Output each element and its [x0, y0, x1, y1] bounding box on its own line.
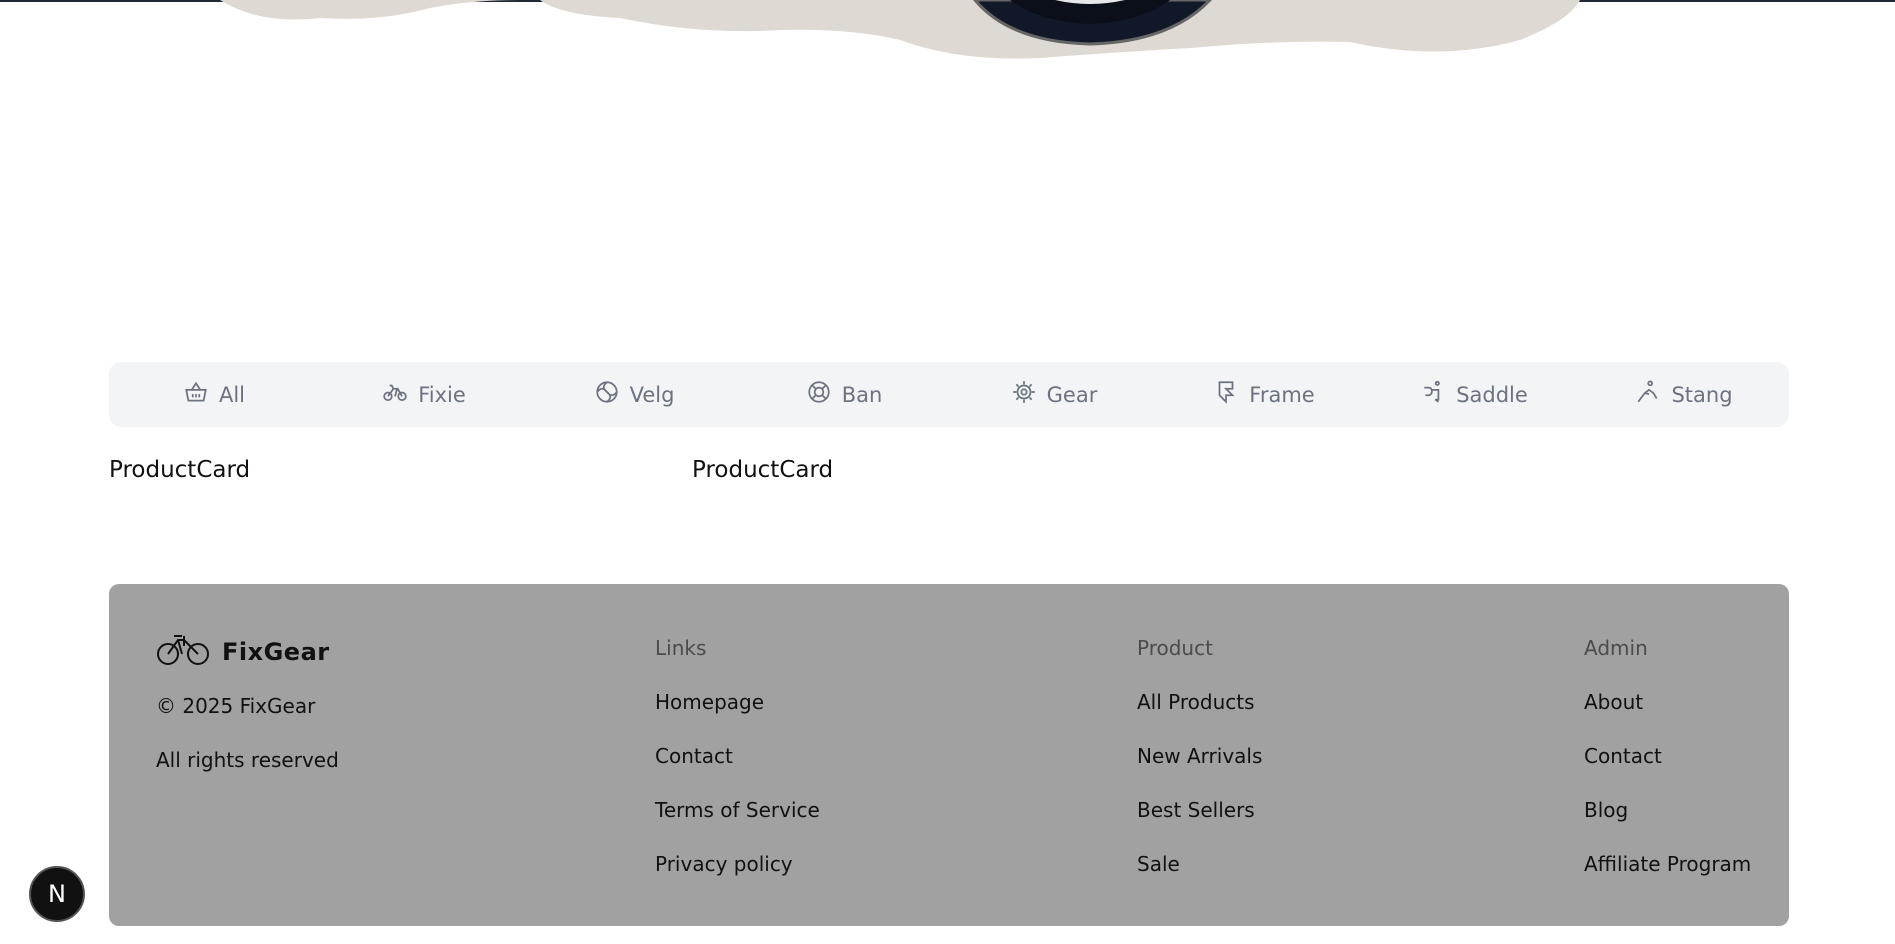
wheel-icon	[594, 379, 620, 405]
footer-link-sale[interactable]: Sale	[1137, 852, 1262, 884]
product-card[interactable]: ProductCard	[692, 457, 833, 483]
tab-saddle[interactable]: Saddle	[1369, 362, 1579, 427]
column-title: Admin	[1584, 636, 1648, 660]
tab-stang[interactable]: Stang	[1579, 362, 1789, 427]
tab-label: All	[218, 382, 246, 407]
tab-fixie[interactable]: Fixie	[319, 362, 529, 427]
footer-link-all-products[interactable]: All Products	[1137, 690, 1262, 722]
gear-icon	[1011, 379, 1037, 405]
tab-gear[interactable]: Gear	[949, 362, 1159, 427]
footer-link-best-sellers[interactable]: Best Sellers	[1137, 798, 1262, 830]
handlebar-icon	[1635, 379, 1661, 405]
tab-label: Saddle	[1456, 382, 1528, 407]
product-card[interactable]: ProductCard	[109, 457, 250, 483]
footer-link-affiliate[interactable]: Affiliate Program	[1584, 852, 1751, 884]
footer-brand[interactable]: FixGear	[156, 632, 330, 672]
tab-label: Ban	[841, 382, 883, 407]
footer-link-terms[interactable]: Terms of Service	[655, 798, 820, 830]
site-footer: FixGear © 2025 FixGear All rights reserv…	[109, 584, 1789, 926]
bike-icon	[382, 379, 408, 405]
bicycle-logo-icon	[156, 632, 212, 672]
column-title: Product	[1137, 636, 1213, 660]
frame-icon	[1213, 379, 1239, 405]
footer-column-product: Product All Products New Arrivals Best S…	[1137, 636, 1262, 884]
footer-link-blog[interactable]: Blog	[1584, 798, 1751, 830]
copyright-text: © 2025 FixGear	[156, 694, 316, 718]
footer-link-contact[interactable]: Contact	[655, 744, 820, 776]
tab-all[interactable]: All	[109, 362, 319, 427]
brand-name: FixGear	[222, 638, 330, 666]
tab-label: Velg	[629, 382, 675, 407]
basket-icon	[183, 379, 209, 405]
footer-link-about[interactable]: About	[1584, 690, 1751, 722]
footer-column-admin: Admin About Contact Blog Affiliate Progr…	[1584, 636, 1751, 884]
tire-icon	[806, 379, 832, 405]
column-title: Links	[655, 636, 707, 660]
footer-column-links: Links Homepage Contact Terms of Service …	[655, 636, 820, 884]
saddle-icon	[1420, 379, 1446, 405]
footer-link-contact[interactable]: Contact	[1584, 744, 1751, 776]
tab-label: Gear	[1046, 382, 1098, 407]
footer-link-homepage[interactable]: Homepage	[655, 690, 820, 722]
tab-label: Fixie	[418, 382, 466, 407]
nextjs-dev-badge[interactable]: N	[29, 866, 85, 922]
tab-label: Frame	[1249, 382, 1315, 407]
tab-velg[interactable]: Velg	[529, 362, 739, 427]
tab-frame[interactable]: Frame	[1159, 362, 1369, 427]
footer-link-privacy[interactable]: Privacy policy	[655, 852, 820, 884]
tab-ban[interactable]: Ban	[739, 362, 949, 427]
category-tabs: All Fixie Velg Ban Gear Frame Saddle Sta…	[109, 362, 1789, 427]
footer-link-new-arrivals[interactable]: New Arrivals	[1137, 744, 1262, 776]
rights-text: All rights reserved	[156, 748, 339, 772]
hero-image	[0, 0, 1895, 70]
tab-label: Stang	[1671, 382, 1733, 407]
